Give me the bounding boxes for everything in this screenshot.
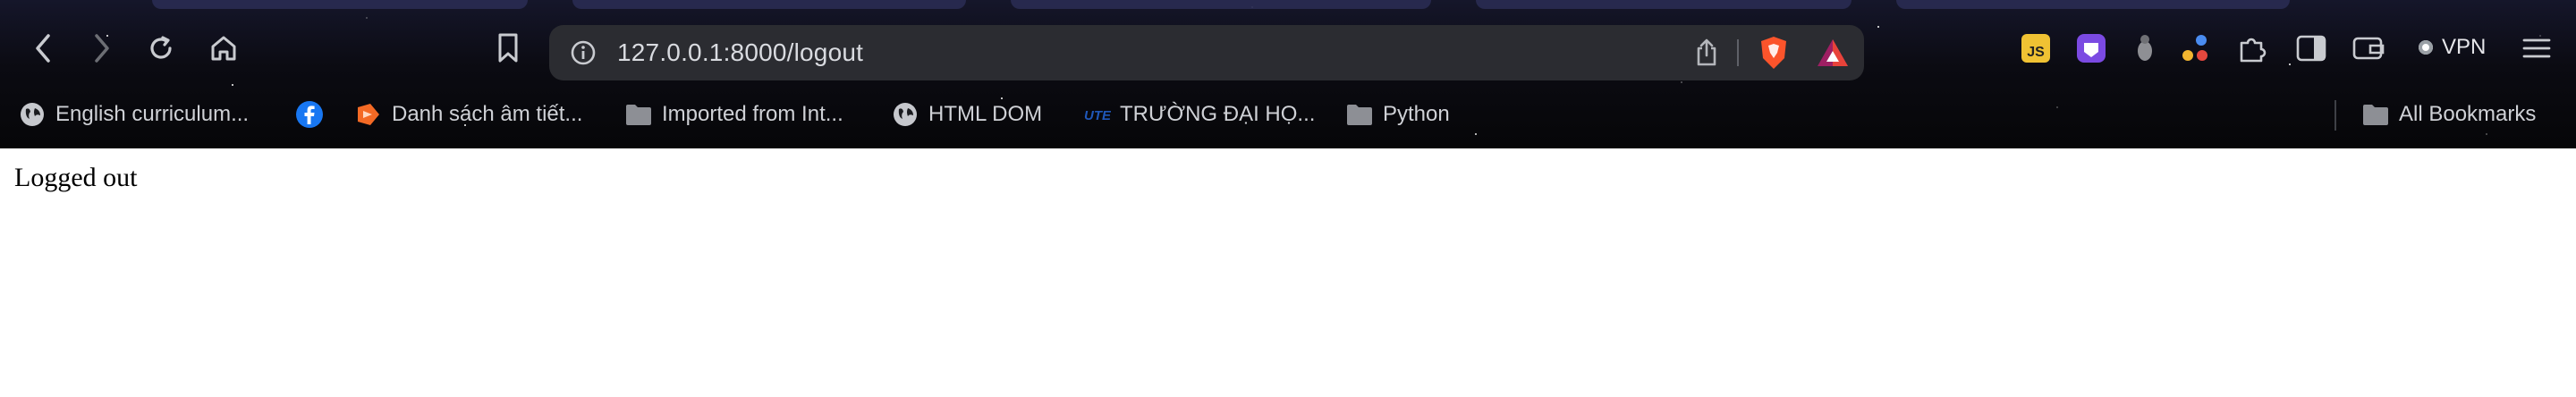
vpn-status-icon — [2419, 40, 2433, 55]
vpn-label: VPN — [2442, 35, 2487, 59]
bookmark-label: Imported from Int... — [662, 102, 843, 126]
address-bar[interactable]: 127.0.0.1:8000/logout — [549, 25, 1864, 80]
tab-strip — [0, 0, 2576, 11]
globe-icon — [891, 100, 919, 129]
back-icon — [36, 34, 50, 63]
bookmark-page-button[interactable] — [488, 29, 528, 68]
bookmarks-bar: English curriculum... Danh sách âm tiết.… — [0, 97, 2576, 148]
folder-icon — [1345, 100, 1374, 129]
svg-text:UTE: UTE — [1084, 108, 1111, 123]
orange-logo-icon — [354, 100, 383, 129]
bookmark-folder[interactable]: Python — [1345, 97, 1450, 132]
facebook-icon — [295, 100, 324, 129]
globe-icon — [18, 100, 47, 129]
all-bookmarks-folder[interactable]: All Bookmarks — [2361, 97, 2536, 132]
tab[interactable] — [152, 0, 528, 9]
dots-extension-icon[interactable] — [2179, 32, 2211, 64]
menu-icon[interactable] — [2521, 32, 2553, 64]
share-icon[interactable] — [1690, 37, 1723, 69]
wallet-icon[interactable] — [2352, 32, 2385, 64]
svg-text:JS: JS — [2027, 45, 2045, 60]
bookmark-item[interactable]: UTE TRƯỜNG ĐẠI HỌ... — [1082, 97, 1315, 132]
purple-extension-icon[interactable] — [2075, 32, 2107, 64]
bookmark-label: Danh sách âm tiết... — [392, 102, 583, 126]
puzzle-extensions-icon[interactable] — [2236, 32, 2268, 64]
toolbar: 127.0.0.1:8000/logout JS VPN — [0, 11, 2576, 97]
bookmark-item[interactable] — [295, 97, 324, 132]
brave-rewards-icon[interactable] — [1814, 34, 1852, 72]
sidebar-icon[interactable] — [2295, 32, 2327, 64]
back-button[interactable] — [23, 29, 63, 68]
folder-icon — [624, 100, 653, 129]
page-body-text: Logged out — [14, 163, 138, 192]
bookmark-folder[interactable]: Imported from Int... — [624, 97, 843, 132]
bookmark-item[interactable]: English curriculum... — [18, 97, 249, 132]
bookmark-icon — [498, 33, 518, 63]
forward-button[interactable] — [82, 29, 122, 68]
brave-shields-icon[interactable] — [1755, 34, 1792, 72]
browser-chrome: 127.0.0.1:8000/logout JS VPN English cur… — [0, 0, 2576, 148]
home-button[interactable] — [204, 29, 243, 68]
urlbar-divider — [1737, 39, 1739, 66]
js-extension-icon[interactable]: JS — [2020, 32, 2052, 64]
bookmark-item[interactable]: Danh sách âm tiết... — [354, 97, 582, 132]
info-icon[interactable] — [569, 38, 597, 67]
vpn-button[interactable]: VPN — [2419, 30, 2486, 64]
all-bookmarks-label: All Bookmarks — [2399, 102, 2537, 126]
bookmark-label: English curriculum... — [55, 102, 250, 126]
bookmarks-divider — [2334, 100, 2336, 131]
bookmark-label: HTML DOM — [928, 102, 1043, 126]
ute-logo-icon: UTE — [1082, 100, 1111, 129]
tab[interactable] — [1896, 0, 2290, 9]
bookmark-label: TRƯỜNG ĐẠI HỌ... — [1120, 102, 1316, 126]
bookmark-label: Python — [1383, 102, 1450, 126]
url-text[interactable]: 127.0.0.1:8000/logout — [617, 38, 863, 67]
bug-extension-icon[interactable] — [2129, 32, 2161, 64]
reload-button[interactable] — [141, 29, 181, 68]
forward-icon — [95, 34, 109, 63]
tab[interactable] — [1011, 0, 1431, 9]
bookmark-item[interactable]: HTML DOM — [891, 97, 1042, 132]
folder-icon — [2361, 100, 2390, 129]
reload-icon — [150, 36, 172, 59]
home-icon — [211, 36, 236, 61]
tab[interactable] — [572, 0, 966, 9]
tab[interactable] — [1476, 0, 1852, 9]
